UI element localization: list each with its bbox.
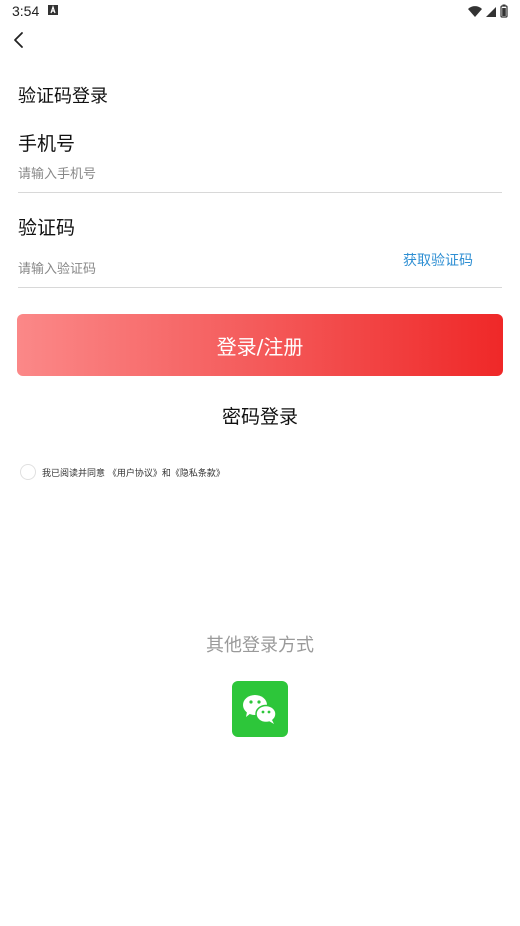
status-icons: [468, 4, 508, 18]
get-code-button[interactable]: 获取验证码: [403, 250, 473, 270]
code-underline: [18, 287, 502, 288]
phone-label: 手机号: [18, 133, 76, 155]
wechat-login-button[interactable]: [232, 681, 288, 737]
wechat-icon: [243, 695, 277, 724]
privacy-policy-link[interactable]: 《隐私条款》: [171, 469, 225, 479]
user-agreement-link[interactable]: 《用户协议》: [108, 469, 162, 479]
agreement-row: 我已阅读并同意 《用户协议》和《隐私条款》: [20, 463, 225, 481]
phone-input[interactable]: [18, 156, 502, 193]
agreement-and: 和: [161, 468, 171, 479]
a-notification-icon: [48, 5, 58, 15]
agreement-checkbox[interactable]: [20, 464, 36, 480]
back-button[interactable]: [8, 28, 32, 52]
code-input[interactable]: [18, 251, 388, 287]
battery-icon: [500, 4, 508, 18]
code-label: 验证码: [18, 217, 76, 239]
wifi-icon: [468, 6, 482, 17]
login-register-button[interactable]: 登录/注册: [17, 314, 503, 376]
agreement-text: 我已阅读并同意 《用户协议》和《隐私条款》: [42, 466, 225, 479]
chevron-left-icon: [14, 32, 23, 48]
agreement-prefix: 我已阅读并同意: [42, 468, 106, 479]
password-login-link[interactable]: 密码登录: [0, 402, 520, 429]
login-register-label: 登录/注册: [216, 334, 304, 359]
signal-icon: [486, 7, 496, 17]
status-time: 3:54: [12, 3, 40, 19]
page-title: 验证码登录: [18, 86, 108, 107]
other-login-title: 其他登录方式: [206, 635, 314, 656]
status-bar: 3:54: [0, 0, 520, 24]
